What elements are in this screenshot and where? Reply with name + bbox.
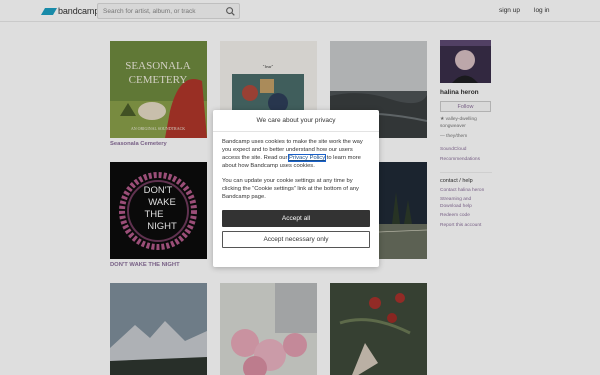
cookie-consent-dialog: We care about your privacy Bandcamp uses…	[213, 110, 379, 267]
accept-necessary-button[interactable]: Accept necessary only	[222, 231, 370, 248]
privacy-policy-link[interactable]: Privacy Policy	[288, 154, 327, 162]
cookie-description: Bandcamp uses cookies to make the site w…	[222, 138, 370, 170]
accept-all-button[interactable]: Accept all	[222, 210, 370, 227]
dialog-title: We care about your privacy	[213, 110, 379, 132]
cookie-settings-note: You can update your cookie settings at a…	[222, 178, 359, 200]
